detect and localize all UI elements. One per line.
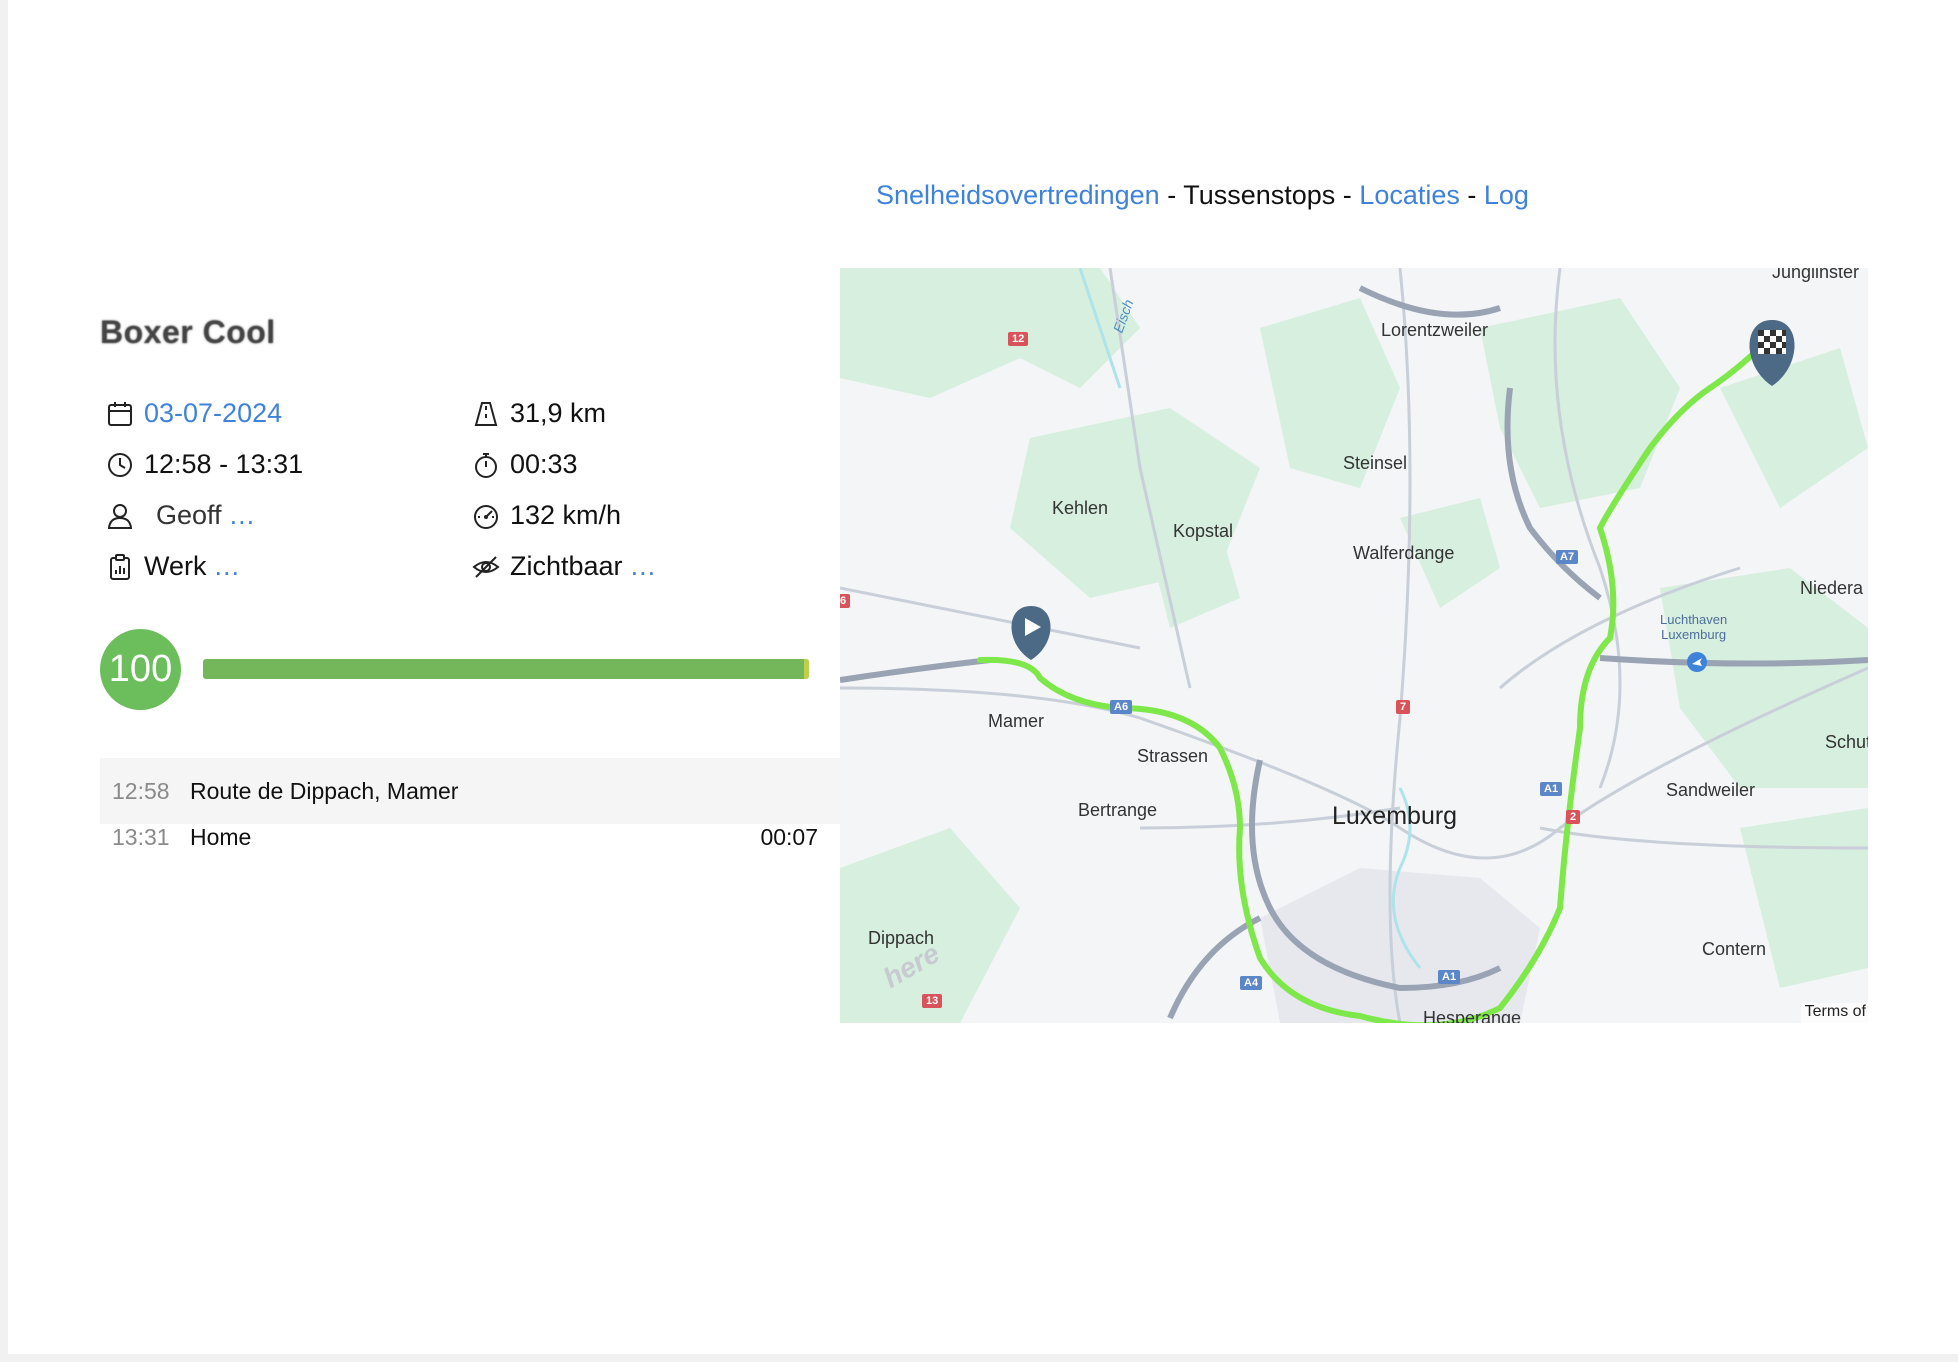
map-label-contern: Contern — [1702, 939, 1767, 959]
stop-label: Route de Dippach, Mamer — [190, 777, 459, 804]
visibility-row: Zichtbaar ... — [472, 551, 656, 582]
map-label-niederanven: Niedera — [1800, 578, 1864, 598]
map-label-hesperange: Hesperange — [1423, 1008, 1522, 1023]
road-badge: A1 — [1540, 782, 1563, 796]
driver-row: Geoff ... — [106, 500, 255, 531]
road-badge: 6 — [840, 594, 851, 608]
map-label-airport: Luchthaven Luxemburg — [1660, 612, 1728, 642]
score-bar-fill — [203, 659, 809, 679]
road-badge: A1 — [1438, 970, 1461, 984]
distance-row: 31,9 km — [472, 398, 606, 429]
score-bar — [203, 659, 809, 679]
road-badge: 2 — [1566, 810, 1581, 824]
nav-speeding-link[interactable]: Snelheidsovertredingen — [876, 180, 1160, 210]
map-label-steinsel: Steinsel — [1343, 453, 1408, 473]
road-badge: 7 — [1396, 700, 1411, 714]
road-badge: A6 — [1110, 700, 1133, 714]
driver-more-link[interactable]: ... — [230, 500, 256, 531]
trip-time-range: 12:58 - 13:31 — [144, 449, 304, 479]
nav-stops-current: Tussenstops — [1183, 180, 1336, 210]
driver-name: Geoff — [156, 500, 222, 530]
map-label-walferdange: Walferdange — [1353, 543, 1455, 563]
terms-of-use-link[interactable]: Terms of — [1800, 1003, 1868, 1023]
road-icon — [472, 400, 500, 428]
road-badge: A4 — [1240, 976, 1263, 990]
user-icon — [106, 502, 134, 530]
nav-log-link[interactable]: Log — [1484, 180, 1529, 210]
stop-duration: 00:07 — [760, 823, 818, 850]
map-label-sandweiler: Sandweiler — [1666, 780, 1756, 800]
clock-icon — [106, 451, 134, 479]
map-label-junglinster: Junglinster — [1772, 268, 1860, 282]
trip-max-speed: 132 km/h — [510, 500, 622, 530]
speed-row: 132 km/h — [472, 500, 621, 531]
trip-distance: 31,9 km — [510, 398, 607, 428]
visibility-more-link[interactable]: ... — [631, 551, 657, 582]
nav-locations-link[interactable]: Locaties — [1359, 180, 1460, 210]
map-label-mamer: Mamer — [988, 711, 1045, 731]
eye-slash-icon — [472, 553, 500, 581]
map-label-strassen: Strassen — [1137, 746, 1209, 766]
nav-separator: - — [1459, 180, 1484, 210]
trip-visibility: Zichtbaar — [510, 551, 623, 581]
stopwatch-icon — [472, 451, 500, 479]
nav-separator: - — [1159, 180, 1184, 210]
map-canvas — [840, 268, 1868, 1023]
type-row: Werk ... — [106, 551, 240, 582]
time-row: 12:58 - 13:31 — [106, 449, 303, 480]
road-badge: A7 — [1556, 550, 1579, 564]
map-label-schuttrange: Schut — [1825, 732, 1868, 752]
date-row: 03-07-2024 — [106, 398, 282, 429]
road-badge: 12 — [1008, 332, 1029, 346]
vehicle-title: Boxer Cool — [100, 314, 276, 350]
speedometer-icon — [472, 502, 500, 530]
map-label-kehlen: Kehlen — [1052, 498, 1109, 518]
stop-time: 12:58 — [112, 777, 170, 804]
start-marker-icon[interactable] — [1011, 606, 1051, 660]
trip-duration: 00:33 — [510, 449, 578, 479]
map-label-lorentzweiler: Lorentzweiler — [1381, 320, 1489, 340]
stop-time: 13:31 — [112, 823, 170, 850]
trip-detail-nav: Snelheidsovertredingen - Tussenstops - L… — [876, 180, 1529, 211]
road-badge: 13 — [922, 994, 943, 1008]
clipboard-icon — [106, 553, 134, 581]
stop-label: Home — [190, 823, 252, 850]
map-label-bertrange: Bertrange — [1078, 800, 1158, 820]
map-label-kopstal: Kopstal — [1173, 521, 1234, 541]
trip-type: Werk — [144, 551, 207, 581]
trip-date-link[interactable]: 03-07-2024 — [144, 398, 282, 429]
map-label-luxemburg: Luxemburg — [1332, 802, 1458, 830]
stop-row[interactable]: 13:31 Home 00:07 — [100, 804, 840, 870]
route-map[interactable]: 12 A7 A6 7 A1 2 A4 A1 13 6 Lorentzweiler Steinsel… — [840, 268, 1868, 1023]
trip-type-more-link[interactable]: ... — [215, 551, 241, 582]
nav-separator: - — [1335, 180, 1360, 210]
duration-row: 00:33 — [472, 449, 578, 480]
airport-icon — [1687, 652, 1707, 672]
calendar-icon — [106, 400, 134, 428]
score-badge: 100 — [100, 629, 181, 710]
